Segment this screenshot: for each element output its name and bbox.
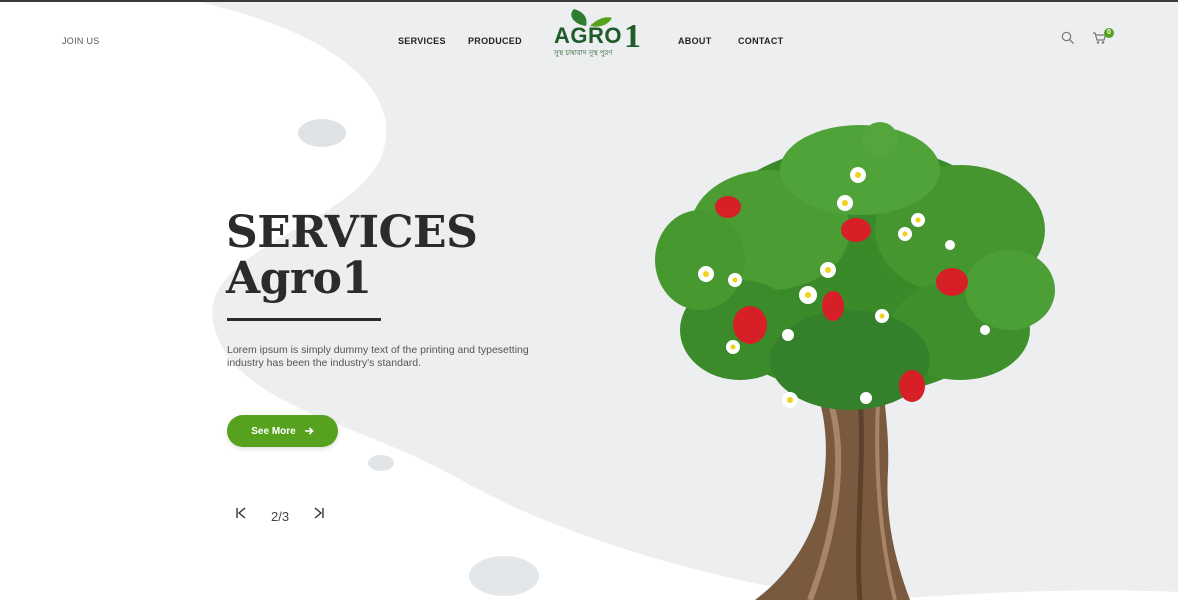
nav-contact[interactable]: CONTACT (738, 36, 783, 46)
brand-logo[interactable]: AGRO 1 সুস্থ চাষাবাদ সুস্থ পুরণ (550, 8, 644, 60)
nav-services[interactable]: SERVICES (398, 36, 446, 46)
bubble-3 (469, 556, 539, 596)
hero-description: Lorem ipsum is simply dummy text of the … (227, 344, 529, 369)
skip-back-icon (236, 507, 246, 519)
next-slide-button[interactable] (312, 506, 326, 523)
logo-word: AGRO (554, 23, 622, 48)
skip-forward-icon (314, 507, 324, 519)
nav-about[interactable]: ABOUT (678, 36, 712, 46)
cart-count-badge: 0 (1104, 28, 1114, 38)
prev-slide-button[interactable] (234, 506, 248, 523)
logo-tagline: সুস্থ চাষাবাদ সুস্থ পুরণ (554, 50, 613, 57)
arrow-right-icon (304, 427, 314, 435)
hero-title-line1: SERVICES (226, 207, 478, 258)
bottom-right-curve (880, 590, 1178, 600)
tree-illustration (655, 122, 1055, 600)
hero-divider (227, 318, 381, 321)
background-decoration (0, 0, 1178, 600)
hero-title: SERVICES Agro1 (226, 207, 478, 304)
top-border (0, 0, 1178, 2)
bubble-2 (368, 455, 394, 471)
bubble-1 (298, 119, 346, 147)
logo-number: 1 (624, 18, 641, 55)
see-more-label: See More (251, 425, 296, 437)
nav-produced[interactable]: PRODUCED (468, 36, 522, 46)
slide-total: 3 (281, 509, 290, 524)
hero-title-line2: Agro1 (226, 253, 372, 304)
slide-counter: 2/3 (271, 509, 289, 524)
join-us-link[interactable]: JOIN US (62, 36, 100, 46)
tree-foliage (655, 122, 1055, 410)
search-icon[interactable] (1061, 31, 1075, 50)
see-more-button[interactable]: See More (227, 415, 338, 447)
